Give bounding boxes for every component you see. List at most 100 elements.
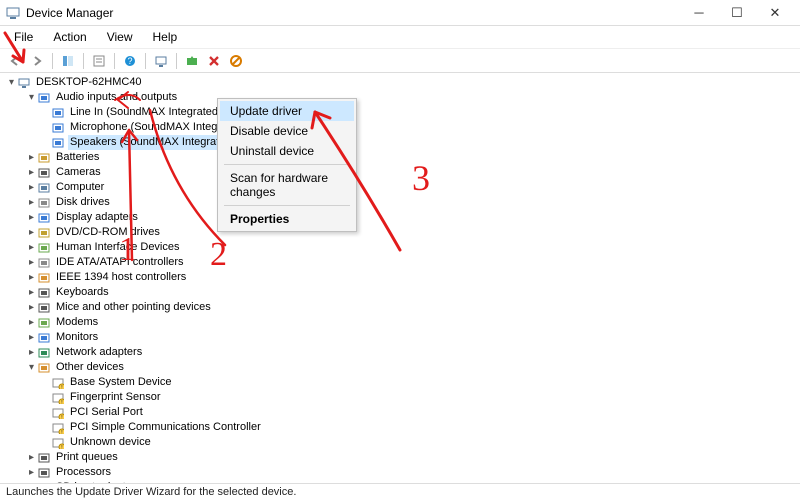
chevron-down-icon[interactable]: ▾ [26, 360, 37, 375]
ctx-disable-device[interactable]: Disable device [220, 121, 354, 141]
chevron-right-icon[interactable]: ▸ [26, 315, 37, 330]
chevron-down-icon[interactable]: ▾ [26, 90, 37, 105]
tree-root[interactable]: ▾ DESKTOP-62HMC40 [6, 75, 800, 90]
properties-icon[interactable] [90, 52, 108, 70]
tree-item[interactable]: !Fingerprint Sensor [6, 390, 800, 405]
tree-item-label[interactable]: Modems [54, 315, 100, 330]
chevron-down-icon[interactable]: ▾ [6, 75, 17, 90]
tree-item-label[interactable]: Audio inputs and outputs [54, 90, 179, 105]
tree-item[interactable]: Speakers (SoundMAX Integrated Digital HD… [6, 135, 800, 150]
tree-item[interactable]: ▸ Modems [6, 315, 800, 330]
tree-item[interactable]: ▾ Other devices [6, 360, 800, 375]
chevron-right-icon[interactable]: ▸ [26, 270, 37, 285]
tree-item-label[interactable]: Display adapters [54, 210, 140, 225]
minimize-button[interactable]: ─ [680, 2, 718, 24]
tree-item-label[interactable]: Fingerprint Sensor [68, 390, 163, 405]
root-label[interactable]: DESKTOP-62HMC40 [34, 75, 144, 90]
statusbar: Launches the Update Driver Wizard for th… [0, 483, 800, 501]
tree-item-label[interactable]: Disk drives [54, 195, 112, 210]
show-hide-tree-icon[interactable] [59, 52, 77, 70]
display-icon [37, 211, 51, 224]
warn-icon: ! [51, 421, 65, 434]
forward-icon[interactable] [28, 52, 46, 70]
chevron-right-icon[interactable]: ▸ [26, 225, 37, 240]
sound-icon [51, 106, 65, 119]
tree-item[interactable]: !Base System Device [6, 375, 800, 390]
tree-item[interactable]: !Unknown device [6, 435, 800, 450]
tree-item[interactable]: ▸ Network adapters [6, 345, 800, 360]
close-button[interactable]: ✕ [756, 2, 794, 24]
menu-view[interactable]: View [99, 28, 141, 46]
tree-item-label[interactable]: PCI Simple Communications Controller [68, 420, 263, 435]
tree-item[interactable]: !PCI Simple Communications Controller [6, 420, 800, 435]
tree-item[interactable]: ▸ Mice and other pointing devices [6, 300, 800, 315]
tree-item-label[interactable]: Batteries [54, 150, 101, 165]
tree-item[interactable]: ▸ Cameras [6, 165, 800, 180]
chevron-right-icon[interactable]: ▸ [26, 150, 37, 165]
chevron-right-icon[interactable]: ▸ [26, 300, 37, 315]
tree-item[interactable]: ▸ Batteries [6, 150, 800, 165]
tree-item[interactable]: ▸ DVD/CD-ROM drives [6, 225, 800, 240]
tree-item-label[interactable]: Mice and other pointing devices [54, 300, 213, 315]
tree-item[interactable]: ▸ Keyboards [6, 285, 800, 300]
menu-file[interactable]: File [6, 28, 41, 46]
chevron-right-icon[interactable]: ▸ [26, 165, 37, 180]
chevron-right-icon[interactable]: ▸ [26, 180, 37, 195]
tree-item[interactable]: ▸ Monitors [6, 330, 800, 345]
tree-item-label[interactable]: IDE ATA/ATAPI controllers [54, 255, 186, 270]
menu-action[interactable]: Action [45, 28, 94, 46]
scan-hardware-icon[interactable] [152, 52, 170, 70]
maximize-button[interactable]: ☐ [718, 2, 756, 24]
tree-item-label[interactable]: SD host adapters [54, 480, 143, 483]
chevron-right-icon[interactable]: ▸ [26, 285, 37, 300]
chevron-right-icon[interactable]: ▸ [26, 480, 37, 483]
tree-item[interactable]: ▸ Display adapters [6, 210, 800, 225]
device-tree[interactable]: ▾ DESKTOP-62HMC40 ▾ Audio inputs and outp… [0, 73, 800, 483]
update-driver-icon[interactable] [183, 52, 201, 70]
tree-item-label[interactable]: Human Interface Devices [54, 240, 182, 255]
chevron-right-icon[interactable]: ▸ [26, 450, 37, 465]
chevron-right-icon[interactable]: ▸ [26, 240, 37, 255]
help-icon[interactable]: ? [121, 52, 139, 70]
tree-item[interactable]: ▸ Computer [6, 180, 800, 195]
tree-item[interactable]: ▸ Processors [6, 465, 800, 480]
warn-icon: ! [51, 406, 65, 419]
tree-item-label[interactable]: Print queues [54, 450, 120, 465]
back-icon[interactable] [6, 52, 24, 70]
tree-item-label[interactable]: Other devices [54, 360, 126, 375]
tree-item[interactable]: ▸ IEEE 1394 host controllers [6, 270, 800, 285]
menu-help[interactable]: Help [145, 28, 186, 46]
ctx-update-driver[interactable]: Update driver [220, 101, 354, 121]
tree-item[interactable]: Line In (SoundMAX Integrated Digital HD … [6, 105, 800, 120]
chevron-right-icon[interactable]: ▸ [26, 255, 37, 270]
tree-item-label[interactable]: Cameras [54, 165, 103, 180]
tree-item-label[interactable]: Keyboards [54, 285, 111, 300]
tree-item[interactable]: ▸ Human Interface Devices [6, 240, 800, 255]
tree-item[interactable]: ▸ Print queues [6, 450, 800, 465]
tree-item-label[interactable]: Base System Device [68, 375, 173, 390]
chevron-right-icon[interactable]: ▸ [26, 330, 37, 345]
tree-item-label[interactable]: Computer [54, 180, 106, 195]
tree-item-label[interactable]: PCI Serial Port [68, 405, 145, 420]
context-menu: Update driver Disable device Uninstall d… [217, 98, 357, 232]
chevron-right-icon[interactable]: ▸ [26, 345, 37, 360]
tree-item-label[interactable]: Unknown device [68, 435, 153, 450]
chevron-right-icon[interactable]: ▸ [26, 210, 37, 225]
tree-item[interactable]: !PCI Serial Port [6, 405, 800, 420]
ctx-properties[interactable]: Properties [220, 209, 354, 229]
tree-item-label[interactable]: IEEE 1394 host controllers [54, 270, 188, 285]
tree-item-label[interactable]: Network adapters [54, 345, 144, 360]
tree-item[interactable]: Microphone (SoundMAX Integrated Digital … [6, 120, 800, 135]
tree-item-label[interactable]: Monitors [54, 330, 100, 345]
tree-item-label[interactable]: DVD/CD-ROM drives [54, 225, 162, 240]
uninstall-icon[interactable] [205, 52, 223, 70]
tree-item-label[interactable]: Processors [54, 465, 113, 480]
tree-item[interactable]: ▸ IDE ATA/ATAPI controllers [6, 255, 800, 270]
chevron-right-icon[interactable]: ▸ [26, 465, 37, 480]
ctx-uninstall-device[interactable]: Uninstall device [220, 141, 354, 161]
tree-item[interactable]: ▸ Disk drives [6, 195, 800, 210]
ctx-scan-hardware[interactable]: Scan for hardware changes [220, 168, 354, 202]
chevron-right-icon[interactable]: ▸ [26, 195, 37, 210]
disable-icon[interactable] [227, 52, 245, 70]
tree-item[interactable]: ▾ Audio inputs and outputs [6, 90, 800, 105]
